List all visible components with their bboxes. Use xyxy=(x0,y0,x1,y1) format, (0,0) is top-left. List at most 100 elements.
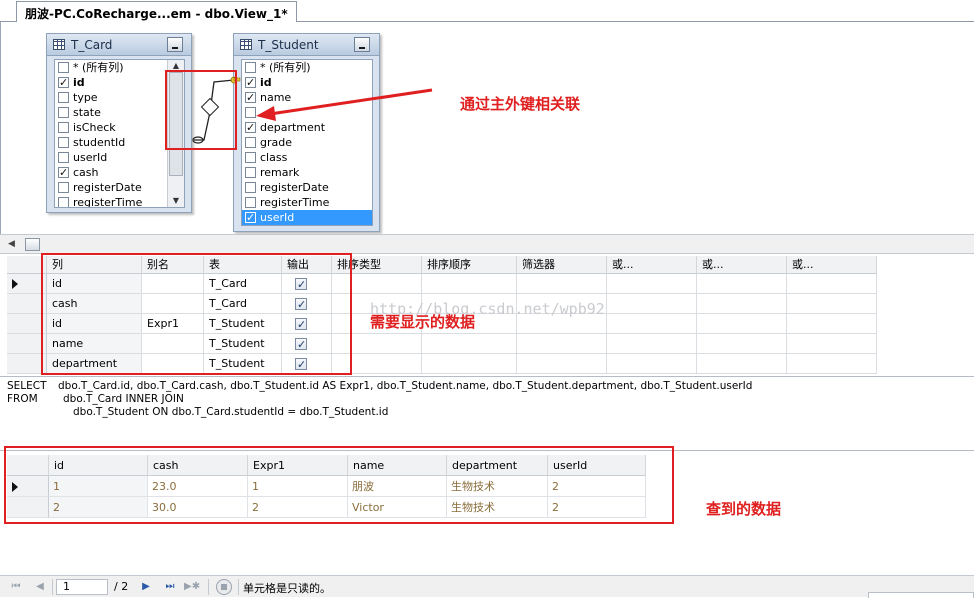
criteria-cell[interactable] xyxy=(697,274,787,294)
table-t-card-header[interactable]: T_Card xyxy=(47,34,191,56)
criteria-cell[interactable] xyxy=(517,354,607,374)
column-checkbox[interactable] xyxy=(245,137,256,148)
highlight-relationship xyxy=(165,70,237,150)
criteria-cell[interactable] xyxy=(607,294,697,314)
column-checkbox[interactable] xyxy=(245,167,256,178)
navigation-bar: ⏮ ◀ 1 / 2 ▶ ⏭ ▶✱ 单元格是只读的。 xyxy=(0,575,974,598)
criteria-cell[interactable] xyxy=(787,274,877,294)
column-label: registerTime xyxy=(260,196,330,209)
criteria-cell[interactable] xyxy=(697,314,787,334)
scroll-left-arrow-icon[interactable]: ◀ xyxy=(8,239,15,249)
column-label: class xyxy=(260,151,288,164)
record-input[interactable]: 1 xyxy=(56,579,108,595)
horizontal-scrollbar[interactable]: ◀ xyxy=(0,234,974,254)
column-item[interactable]: registerTime xyxy=(242,195,372,210)
criteria-cell[interactable] xyxy=(787,294,877,314)
scroll-thumb[interactable] xyxy=(25,238,40,251)
record-total: / 2 xyxy=(114,580,129,593)
separator xyxy=(238,579,239,595)
criteria-column-header[interactable]: 或... xyxy=(697,256,787,274)
criteria-cell[interactable] xyxy=(607,354,697,374)
criteria-cell[interactable] xyxy=(607,334,697,354)
scroll-down-arrow-icon[interactable]: ▼ xyxy=(168,195,184,207)
document-tab[interactable]: 朋波-PC.CoRecharge...em - dbo.View_1* xyxy=(16,1,297,22)
minimize-button[interactable] xyxy=(354,37,370,52)
criteria-cell[interactable] xyxy=(787,314,877,334)
column-checkbox[interactable] xyxy=(58,152,69,163)
column-item[interactable]: grade xyxy=(242,135,372,150)
column-label: userId xyxy=(260,211,295,224)
criteria-cell[interactable] xyxy=(787,354,877,374)
column-label: * (所有列) xyxy=(260,61,311,74)
criteria-column-header[interactable]: 或... xyxy=(787,256,877,274)
separator xyxy=(208,579,209,595)
next-record-icon[interactable]: ▶ xyxy=(138,580,154,594)
column-checkbox[interactable] xyxy=(58,62,69,73)
stop-icon[interactable] xyxy=(216,579,232,595)
annotation-criteria: 需要显示的数据 xyxy=(370,313,476,331)
column-label: studentId xyxy=(73,136,126,149)
new-record-icon[interactable]: ▶✱ xyxy=(184,580,200,594)
column-checkbox[interactable] xyxy=(245,210,256,225)
table-t-card-title: T_Card xyxy=(71,38,113,52)
column-checkbox[interactable] xyxy=(58,107,69,118)
column-checkbox[interactable] xyxy=(245,182,256,193)
table-grid-icon xyxy=(240,39,252,50)
column-label: id xyxy=(73,76,85,89)
column-checkbox[interactable] xyxy=(245,152,256,163)
column-item[interactable]: * (所有列) xyxy=(242,60,372,75)
column-label: registerDate xyxy=(73,181,142,194)
table-t-student-columns: * (所有列)idnamedepartmentgradeclassremarkr… xyxy=(241,59,373,226)
criteria-cell[interactable] xyxy=(517,334,607,354)
highlight-results xyxy=(4,446,674,524)
column-item[interactable]: registerTime xyxy=(55,195,184,207)
table-t-student-header[interactable]: T_Student xyxy=(234,34,379,56)
criteria-cell[interactable] xyxy=(607,274,697,294)
criteria-cell[interactable] xyxy=(607,314,697,334)
column-label: registerDate xyxy=(260,181,329,194)
column-checkbox[interactable] xyxy=(58,122,69,133)
column-item[interactable]: userId xyxy=(55,150,184,165)
criteria-column-header[interactable]: 排序顺序 xyxy=(422,256,517,274)
table-grid-icon xyxy=(53,39,65,50)
criteria-cell[interactable] xyxy=(422,274,517,294)
column-item[interactable]: registerDate xyxy=(242,180,372,195)
criteria-cell[interactable] xyxy=(517,274,607,294)
column-item[interactable]: registerDate xyxy=(55,180,184,195)
column-checkbox[interactable] xyxy=(58,197,69,207)
annotation-arrow-icon xyxy=(256,88,433,121)
column-checkbox[interactable] xyxy=(245,62,256,73)
column-checkbox[interactable] xyxy=(58,182,69,193)
first-record-icon[interactable]: ⏮ xyxy=(8,580,24,594)
column-item[interactable]: class xyxy=(242,150,372,165)
column-checkbox[interactable] xyxy=(58,75,69,90)
criteria-cell[interactable] xyxy=(697,334,787,354)
criteria-column-header[interactable]: 筛选器 xyxy=(517,256,607,274)
sql-select-text: dbo.T_Card.id, dbo.T_Card.cash, dbo.T_St… xyxy=(58,380,753,392)
previous-record-icon[interactable]: ◀ xyxy=(32,580,48,594)
column-checkbox[interactable] xyxy=(58,137,69,148)
criteria-column-header[interactable]: 或... xyxy=(607,256,697,274)
criteria-cell[interactable] xyxy=(697,294,787,314)
column-checkbox[interactable] xyxy=(58,92,69,103)
minimize-button[interactable] xyxy=(167,37,183,52)
column-item[interactable]: remark xyxy=(242,165,372,180)
criteria-cell[interactable] xyxy=(422,334,517,354)
table-t-student-title: T_Student xyxy=(258,38,319,52)
sql-keyword-from: FROM xyxy=(7,393,38,405)
table-t-student[interactable]: T_Student * (所有列)idnamedepartmentgradecl… xyxy=(233,33,380,232)
column-item[interactable]: userId xyxy=(242,210,372,225)
criteria-cell[interactable] xyxy=(422,354,517,374)
column-checkbox[interactable] xyxy=(58,165,69,180)
column-checkbox[interactable] xyxy=(245,197,256,208)
sql-pane[interactable]: SELECT dbo.T_Card.id, dbo.T_Card.cash, d… xyxy=(0,376,974,446)
separator xyxy=(52,579,53,595)
criteria-cell[interactable] xyxy=(697,354,787,374)
column-item[interactable]: cash xyxy=(55,165,184,180)
column-label: state xyxy=(73,106,101,119)
last-record-icon[interactable]: ⏭ xyxy=(162,580,178,594)
status-panel xyxy=(868,592,974,598)
annotation-results: 查到的数据 xyxy=(706,500,782,518)
column-label: userId xyxy=(73,151,108,164)
criteria-cell[interactable] xyxy=(787,334,877,354)
